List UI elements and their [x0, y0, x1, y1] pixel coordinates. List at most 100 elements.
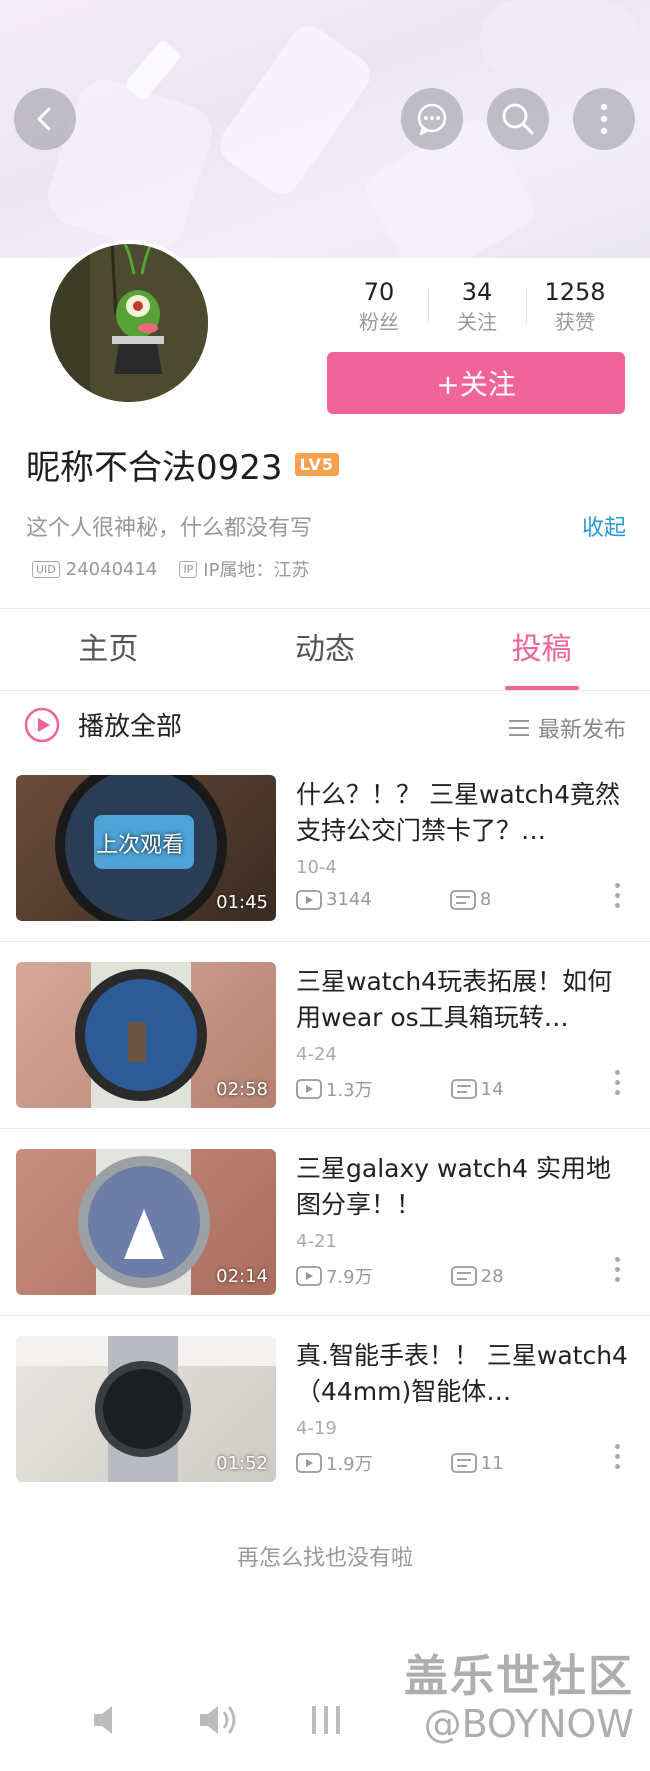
ip-location: IP属地：江苏 — [203, 560, 310, 581]
video-more-icon[interactable] — [614, 1444, 620, 1478]
more-options-button[interactable] — [573, 88, 635, 150]
collapse-link[interactable]: 收起 — [582, 510, 626, 542]
video-thumbnail[interactable]: 01:52 — [16, 1336, 276, 1482]
stat-likes[interactable]: 1258 获赞 — [526, 276, 624, 340]
watermark-author: @BOYNOW — [423, 1702, 634, 1746]
video-title[interactable]: 三星galaxy watch4 实用地图分享！！ — [296, 1151, 628, 1223]
banner-decor — [212, 18, 378, 202]
comment-count: 11 — [480, 1452, 504, 1474]
play-count-icon — [296, 889, 322, 910]
bio-text: 这个人很神秘，什么都没有写 — [26, 516, 313, 541]
comment-count-icon — [450, 1453, 477, 1473]
list-divider — [0, 1128, 650, 1129]
search-icon — [502, 103, 534, 135]
video-duration: 02:58 — [216, 1079, 268, 1100]
stat-label: 粉丝 — [359, 310, 399, 334]
video-duration: 01:45 — [216, 892, 268, 913]
profile-banner — [0, 0, 650, 258]
video-duration: 02:14 — [216, 1266, 268, 1287]
list-divider — [0, 1315, 650, 1316]
video-thumbnail[interactable]: 02:58 — [16, 962, 276, 1108]
banner-decor — [480, 0, 640, 80]
tabs-divider — [0, 690, 650, 691]
avatar[interactable] — [46, 240, 212, 406]
comment-count: 8 — [479, 889, 492, 910]
play-count: 7.9万 — [326, 1267, 373, 1288]
video-title[interactable]: 真.智能手表！！ 三星watch4（44mm)智能体… — [296, 1338, 628, 1410]
sort-label: 最新发布 — [537, 718, 626, 743]
stat-value: 1258 — [544, 278, 606, 306]
comment-count: 14 — [480, 1078, 504, 1100]
profile-stats: 70 粉丝 34 关注 1258 获赞 — [330, 276, 624, 340]
message-button[interactable] — [401, 88, 463, 150]
nickname: 昵称不合法0923 — [26, 448, 283, 488]
stat-label: 获赞 — [555, 310, 595, 334]
nickname-row: 昵称不合法0923 LV5 — [26, 440, 340, 489]
stat-value: 34 — [461, 278, 493, 306]
sort-list-icon — [508, 720, 529, 736]
video-duration: 01:52 — [216, 1453, 268, 1474]
volume-up-icon[interactable] — [196, 1700, 244, 1740]
profile-tabs: 主页 动态 投稿 — [0, 610, 650, 690]
end-of-list-text: 再怎么找也没有啦 — [236, 1546, 413, 1571]
play-all-label: 播放全部 — [78, 712, 183, 742]
video-date: 4-19 — [296, 1418, 337, 1439]
tab-home[interactable]: 主页 — [0, 610, 217, 690]
more-vertical-icon — [600, 103, 608, 135]
banner-decor — [123, 38, 183, 102]
back-arrow-icon — [37, 107, 51, 131]
video-date: 4-24 — [296, 1044, 337, 1065]
video-title[interactable]: 什么？！？ 三星watch4竟然支持公交门禁卡了？… — [296, 777, 628, 849]
comment-count-icon — [450, 1266, 477, 1286]
video-date: 10-4 — [296, 857, 337, 878]
avatar-image — [50, 244, 208, 402]
comment-count-icon — [449, 889, 476, 910]
video-thumbnail[interactable]: 上次观看 01:45 — [16, 775, 276, 921]
video-item[interactable]: 02:14 三星galaxy watch4 实用地图分享！！ 4-21 7.9万… — [0, 1149, 650, 1336]
section-divider — [0, 608, 650, 609]
level-badge: LV5 — [294, 453, 340, 476]
follow-button[interactable]: +关注 — [327, 352, 625, 414]
last-watched-overlay: 上次观看 — [96, 833, 185, 858]
video-thumbnail[interactable]: 02:14 — [16, 1149, 276, 1295]
video-item[interactable]: 02:58 三星watch4玩表拓展！如何用wear os工具箱玩转… 4-24… — [0, 962, 650, 1149]
profile-meta: UID 24040414 IP IP属地：江苏 — [32, 556, 309, 582]
video-stats: 1.3万 14 — [296, 1076, 504, 1102]
comment-count-icon — [450, 1079, 477, 1099]
stat-label: 关注 — [457, 310, 497, 334]
comment-count: 28 — [480, 1265, 504, 1287]
play-count: 1.3万 — [326, 1080, 373, 1101]
tab-dynamics[interactable]: 动态 — [217, 610, 434, 690]
video-stats: 1.9万 11 — [296, 1450, 504, 1476]
stat-following[interactable]: 34 关注 — [428, 276, 526, 340]
video-more-icon[interactable] — [614, 883, 620, 917]
watermark-community: 盖乐世社区 — [404, 1651, 634, 1702]
volume-down-icon[interactable] — [88, 1700, 128, 1740]
play-all-button[interactable]: 播放全部 — [24, 706, 182, 743]
video-item[interactable]: 01:52 真.智能手表！！ 三星watch4（44mm)智能体… 4-19 1… — [0, 1336, 650, 1523]
sort-button[interactable]: 最新发布 — [508, 712, 626, 744]
video-more-icon[interactable] — [614, 1070, 620, 1104]
play-count: 1.9万 — [326, 1454, 373, 1475]
search-button[interactable] — [487, 88, 549, 150]
play-count: 3144 — [326, 889, 372, 910]
tab-submissions[interactable]: 投稿 — [433, 610, 650, 690]
play-circle-icon — [24, 707, 60, 742]
back-button[interactable] — [14, 88, 76, 150]
video-item[interactable]: 上次观看 01:45 什么？！？ 三星watch4竟然支持公交门禁卡了？… 10… — [0, 775, 650, 962]
ip-tag-icon: IP — [179, 560, 198, 578]
recent-apps-icon[interactable] — [308, 1700, 344, 1740]
play-count-icon — [296, 1266, 322, 1286]
uid-value: 24040414 — [65, 558, 158, 580]
list-divider — [0, 941, 650, 942]
video-date: 4-21 — [296, 1231, 337, 1252]
play-count-icon — [296, 1453, 322, 1473]
stat-value: 70 — [363, 278, 395, 306]
play-count-icon — [296, 1079, 322, 1099]
video-title[interactable]: 三星watch4玩表拓展！如何用wear os工具箱玩转… — [296, 964, 628, 1036]
uid-tag-icon: UID — [32, 560, 60, 578]
stat-fans[interactable]: 70 粉丝 — [330, 276, 428, 340]
video-stats: 7.9万 28 — [296, 1263, 504, 1289]
video-more-icon[interactable] — [614, 1257, 620, 1291]
chat-bubble-icon — [417, 103, 447, 136]
